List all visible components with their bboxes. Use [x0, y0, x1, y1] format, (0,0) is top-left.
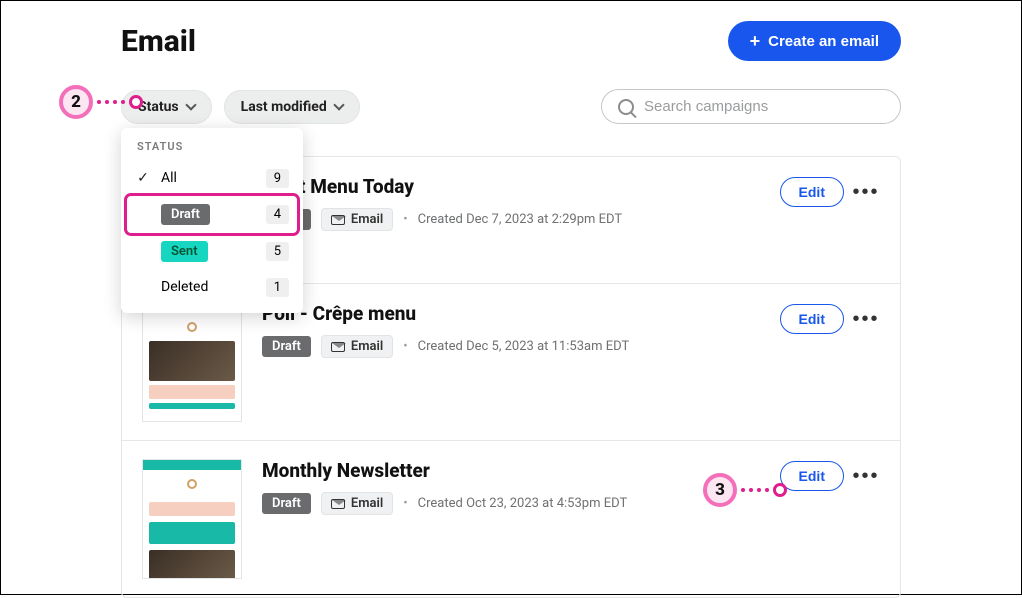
status-option-label: Sent	[161, 241, 208, 262]
status-option-count: 9	[266, 169, 289, 188]
create-email-button[interactable]: + Create an email	[728, 21, 901, 61]
ellipsis-icon: •••	[852, 181, 879, 204]
type-pill: Email	[321, 492, 393, 515]
chevron-down-icon	[185, 99, 196, 110]
page-title: Email	[121, 24, 196, 59]
check-icon: ✓	[135, 170, 151, 186]
status-option-sent[interactable]: Sent 5	[121, 233, 303, 270]
status-option-label: Deleted	[161, 279, 256, 295]
campaign-thumbnail[interactable]	[142, 302, 242, 422]
status-filter-label: Status	[138, 99, 179, 115]
search-input[interactable]	[644, 98, 884, 115]
more-button[interactable]: •••	[852, 462, 880, 490]
check-placeholder	[135, 279, 151, 295]
edit-button[interactable]: Edit	[780, 304, 844, 334]
status-option-count: 5	[266, 242, 289, 261]
campaign-row: Monthly Newsletter Draft Email • Created…	[122, 440, 900, 597]
more-button[interactable]: •••	[852, 178, 880, 206]
ellipsis-icon: •••	[852, 465, 879, 488]
status-option-all[interactable]: ✓ All 9	[121, 161, 303, 196]
separator: •	[403, 339, 407, 354]
edit-button[interactable]: Edit	[780, 177, 844, 207]
separator: •	[403, 212, 407, 227]
mail-icon	[331, 215, 345, 225]
status-option-deleted[interactable]: Deleted 1	[121, 270, 303, 305]
mail-icon	[331, 499, 345, 509]
lastmodified-filter[interactable]: Last modified	[224, 90, 360, 124]
type-pill: Email	[321, 335, 393, 358]
ellipsis-icon: •••	[852, 308, 879, 331]
status-option-count: 1	[266, 278, 289, 297]
create-email-label: Create an email	[768, 33, 879, 50]
mail-icon	[331, 342, 345, 352]
type-label: Email	[351, 339, 383, 354]
status-dropdown-heading: STATUS	[121, 140, 303, 161]
campaign-title: Monthly Newsletter	[262, 459, 760, 482]
check-placeholder	[135, 243, 151, 259]
search-icon	[618, 99, 634, 115]
step-callout-2: 2	[59, 85, 143, 119]
step-number: 3	[703, 473, 737, 507]
edit-button[interactable]: Edit	[780, 461, 844, 491]
campaign-thumbnail[interactable]	[142, 459, 242, 579]
check-placeholder	[135, 206, 151, 222]
step-number: 2	[59, 85, 93, 119]
callout-target-ring	[773, 483, 787, 497]
status-option-draft[interactable]: Draft 4	[127, 196, 297, 233]
search-box[interactable]	[601, 89, 901, 124]
step-callout-3: 3	[703, 473, 787, 507]
campaign-title: kfast Menu Today	[262, 175, 760, 198]
status-badge: Draft	[262, 493, 311, 514]
plus-icon: +	[750, 32, 761, 50]
type-pill: Email	[321, 208, 393, 231]
status-badge: Draft	[262, 336, 311, 357]
status-option-count: 4	[266, 205, 289, 224]
type-label: Email	[351, 496, 383, 511]
created-text: Created Dec 7, 2023 at 2:29pm EDT	[418, 212, 622, 227]
created-text: Created Oct 23, 2023 at 4:53pm EDT	[418, 496, 628, 511]
separator: •	[403, 496, 407, 511]
chevron-down-icon	[333, 99, 344, 110]
status-dropdown: STATUS ✓ All 9 Draft 4 Sent 5	[121, 128, 303, 313]
status-option-label: All	[161, 170, 256, 186]
callout-target-ring	[129, 95, 143, 109]
lastmodified-filter-label: Last modified	[241, 99, 327, 115]
more-button[interactable]: •••	[852, 305, 880, 333]
status-option-label: Draft	[161, 204, 210, 225]
campaign-title: Poll - Crêpe menu	[262, 302, 760, 325]
created-text: Created Dec 5, 2023 at 11:53am EDT	[418, 339, 630, 354]
type-label: Email	[351, 212, 383, 227]
callout-connector	[741, 488, 769, 492]
callout-connector	[97, 100, 125, 104]
